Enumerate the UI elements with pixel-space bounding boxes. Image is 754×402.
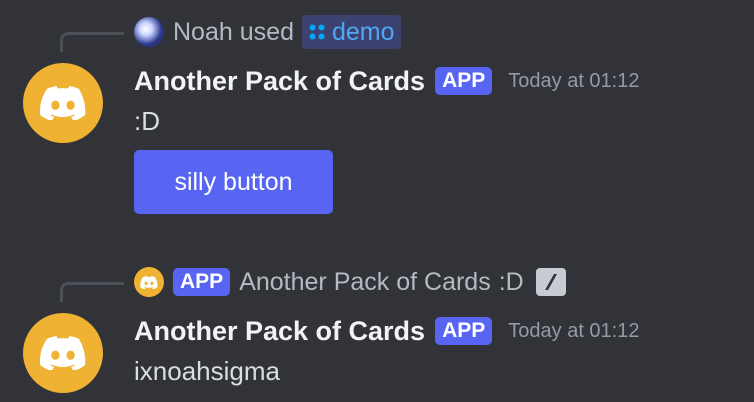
reply-connector (60, 32, 124, 52)
author-name[interactable]: Another Pack of Cards (134, 316, 425, 347)
message-header: Another Pack of Cards APP Today at 01:12 (134, 310, 639, 352)
bot-avatar[interactable] (23, 313, 103, 393)
interaction-icon (535, 268, 566, 296)
author-name[interactable]: Another Pack of Cards (134, 66, 425, 97)
message: APP Another Pack of Cards :D Another Pac… (0, 250, 754, 402)
discord-logo-icon (40, 86, 86, 120)
command-mention[interactable]: demo (301, 15, 401, 49)
reply-action: used (239, 17, 294, 46)
reply-reference[interactable]: APP Another Pack of Cards :D (134, 264, 566, 300)
timestamp: Today at 01:12 (508, 319, 640, 342)
message: Noah used demo Another Pack of Cards APP… (0, 0, 754, 230)
reply-author[interactable]: Another Pack of Cards (239, 268, 491, 297)
bot-avatar[interactable] (23, 63, 103, 143)
reply-reference[interactable]: Noah used demo (134, 14, 401, 50)
reply-connector (60, 282, 124, 302)
reply-username[interactable]: Noah (173, 18, 233, 47)
reply-snippet: :D (498, 267, 524, 296)
slash-command-icon (308, 23, 326, 41)
user-avatar-small[interactable] (134, 17, 164, 47)
app-badge: APP (435, 67, 493, 95)
message-content: ixnoahsigma (134, 356, 280, 386)
silly-button[interactable]: silly button (134, 150, 333, 214)
timestamp: Today at 01:12 (508, 69, 640, 92)
discord-logo-icon (40, 336, 86, 370)
chat-log: Noah used demo Another Pack of Cards APP… (0, 0, 754, 402)
app-badge: APP (173, 268, 231, 296)
app-badge: APP (435, 317, 493, 345)
bot-avatar-small[interactable] (134, 267, 164, 297)
message-content: :D (134, 106, 160, 136)
command-name: demo (331, 17, 395, 46)
discord-logo-icon (140, 275, 158, 289)
message-header: Another Pack of Cards APP Today at 01:12 (134, 60, 639, 102)
